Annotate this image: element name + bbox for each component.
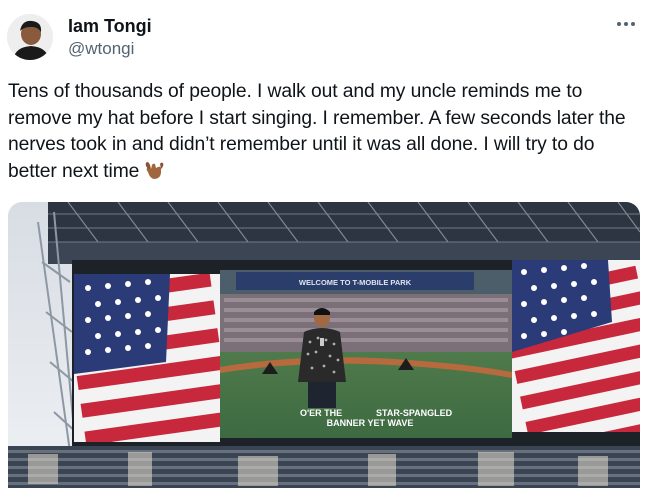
author-handle[interactable]: @wtongi	[68, 39, 134, 59]
tweet-text-line: better next time	[8, 160, 140, 182]
lyric-line-1b: STAR-SPANGLED	[376, 408, 453, 418]
lyric-line-1: O'ER THE	[300, 408, 342, 418]
more-options-icon[interactable]	[612, 12, 640, 36]
call-me-hand-emoji-icon	[143, 159, 165, 181]
tweet-card: Iam Tongi @wtongi Tens of thousands of p…	[0, 0, 648, 488]
tweet-text-line: Tens of thousands of people. I walk out …	[8, 81, 583, 102]
author-display-name[interactable]: Iam Tongi	[68, 16, 152, 37]
lyric-line-2: BANNER YET WAVE	[327, 418, 414, 428]
tweet-text-last-line: better next time	[8, 159, 644, 186]
tweet-text-line: remove my hat before I start singing. I …	[8, 107, 626, 129]
tweet-text: Tens of thousands of people. I walk out …	[8, 79, 644, 185]
tweet-media-image[interactable]: WELCOME TO T-MOBILE PARK O'ER THE STAR-S…	[8, 202, 640, 488]
tweet-text-line: nerves took in and didn’t remember until…	[8, 134, 595, 155]
avatar[interactable]	[7, 14, 53, 60]
scoreboard-caption: WELCOME TO T-MOBILE PARK	[299, 278, 412, 287]
